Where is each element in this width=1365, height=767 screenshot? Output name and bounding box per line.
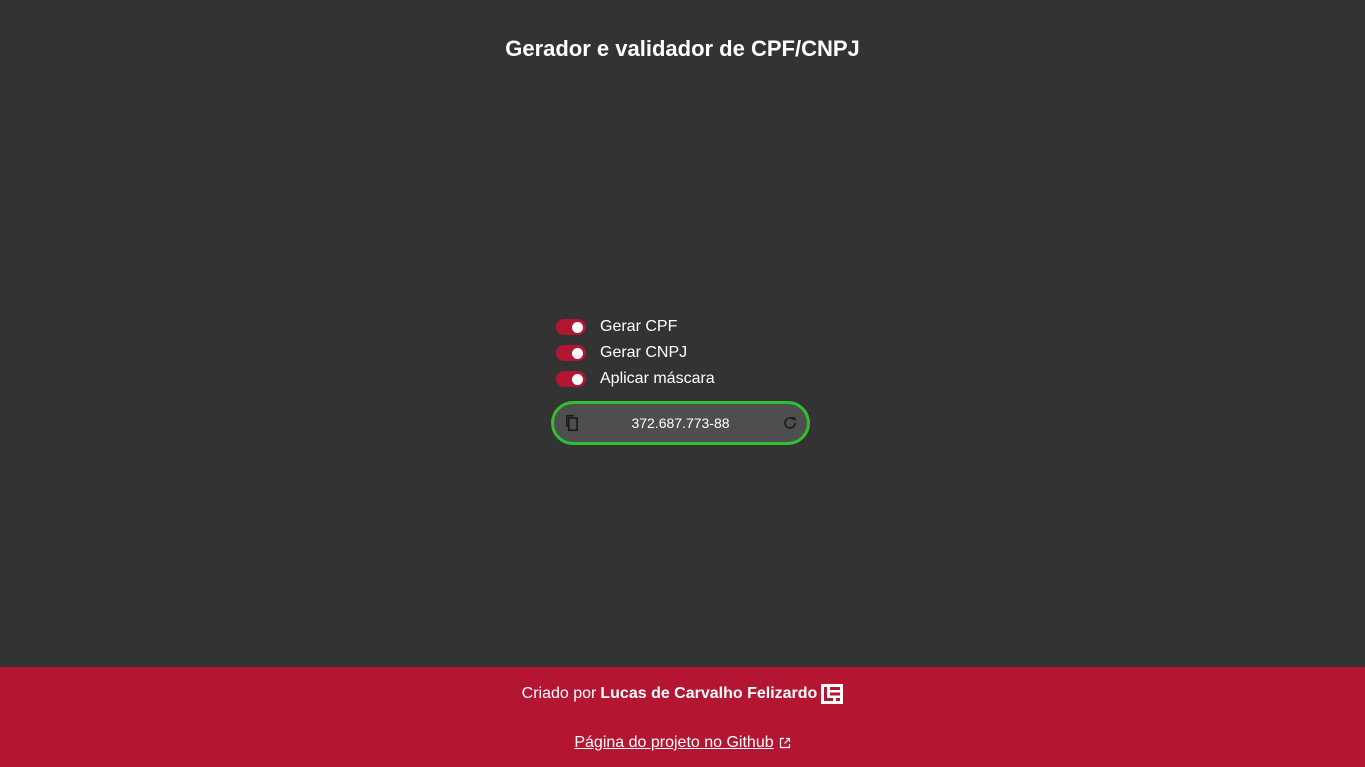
- options-list: Gerar CPF Gerar CNPJ Aplicar máscara: [556, 314, 715, 392]
- option-label: Gerar CPF: [600, 318, 678, 335]
- option-gerar-cnpj[interactable]: Gerar CNPJ: [556, 340, 715, 366]
- created-by-text: Criado por: [521, 685, 597, 702]
- copy-button[interactable]: [554, 404, 588, 442]
- option-gerar-cpf[interactable]: Gerar CPF: [556, 314, 715, 340]
- toggle-knob: [572, 347, 583, 359]
- github-line: Página do projeto no Github: [0, 733, 1365, 753]
- refresh-button[interactable]: [773, 404, 807, 442]
- page: Gerador e validador de CPF/CNPJ Gerar CP…: [0, 0, 1365, 767]
- lcf-logo-icon: [821, 684, 844, 704]
- generated-document-number[interactable]: 372.687.773-88: [588, 415, 773, 431]
- generated-result-box: 372.687.773-88: [551, 401, 810, 445]
- copy-icon: [566, 415, 578, 431]
- footer: Criado por Lucas de Carvalho Felizardo P…: [0, 667, 1365, 767]
- option-aplicar-mascara[interactable]: Aplicar máscara: [556, 366, 715, 392]
- page-title: Gerador e validador de CPF/CNPJ: [505, 36, 860, 61]
- option-label: Gerar CNPJ: [600, 344, 688, 361]
- option-label: Aplicar máscara: [600, 370, 715, 387]
- github-project-link[interactable]: Página do projeto no Github: [574, 733, 773, 753]
- author-name: Lucas de Carvalho Felizardo: [600, 685, 818, 702]
- refresh-icon: [784, 417, 796, 429]
- toggle-knob: [572, 373, 583, 385]
- toggle-aplicar-mascara[interactable]: [556, 371, 586, 387]
- toggle-gerar-cpf[interactable]: [556, 319, 586, 335]
- toggle-gerar-cnpj[interactable]: [556, 345, 586, 361]
- credit-line: Criado por Lucas de Carvalho Felizardo: [0, 684, 1365, 704]
- external-link-icon: [779, 737, 791, 749]
- toggle-knob: [572, 321, 583, 333]
